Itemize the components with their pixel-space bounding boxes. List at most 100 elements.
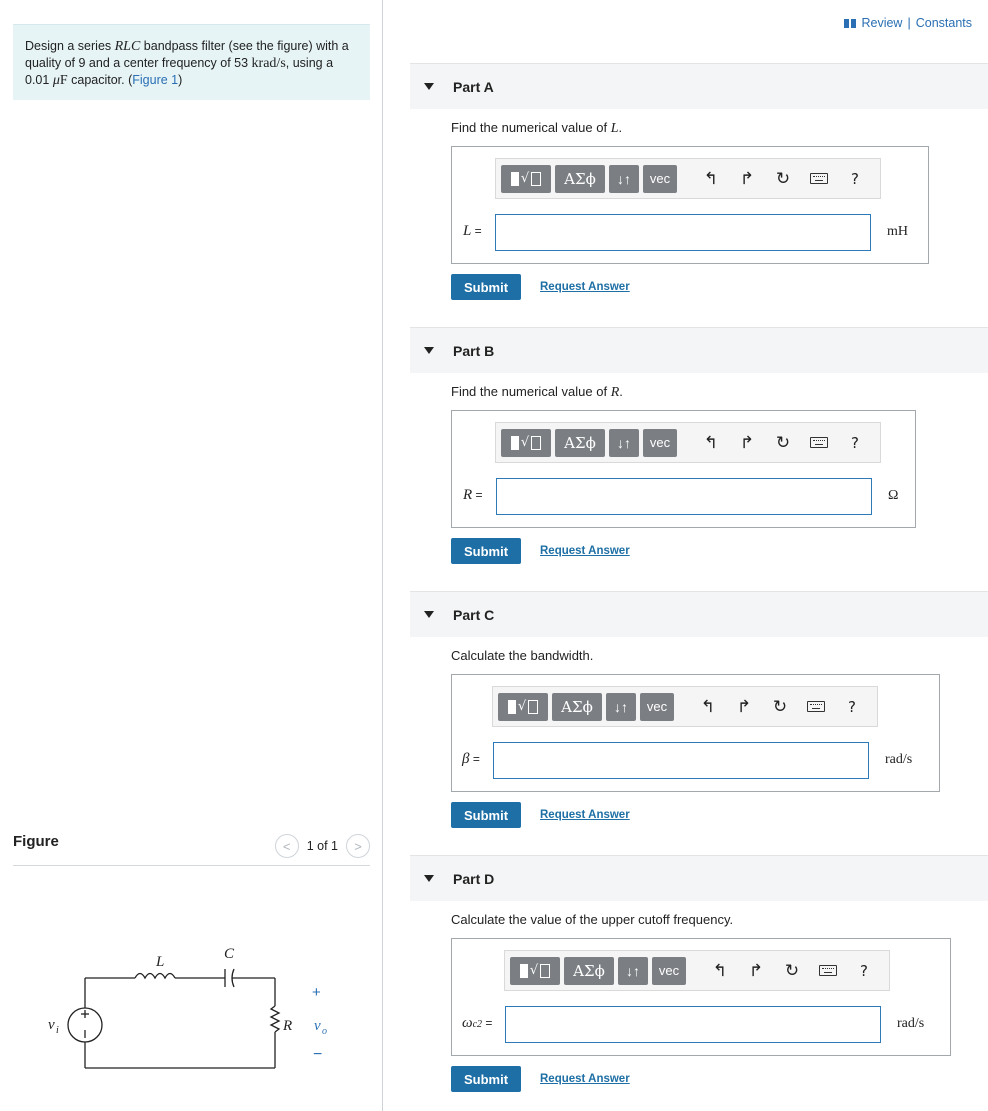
arrows-button[interactable]: ↓↑ bbox=[618, 956, 648, 985]
constants-link[interactable]: Constants bbox=[916, 16, 972, 30]
problem-mu: μ bbox=[52, 73, 60, 88]
answer-input-bandwidth[interactable] bbox=[493, 742, 869, 779]
math-toolbar: √ ΑΣϕ ↓↑ vec ↰ ↱ ↻ ? bbox=[504, 950, 890, 991]
vector-button[interactable]: vec bbox=[652, 956, 686, 985]
redo-icon[interactable]: ↱ bbox=[729, 165, 765, 193]
templates-button[interactable]: √ bbox=[498, 692, 548, 721]
help-icon[interactable]: ? bbox=[834, 693, 870, 721]
left-panel: Design a series RLC bandpass filter (see… bbox=[0, 0, 383, 1111]
vo-label: v bbox=[314, 1018, 321, 1034]
part-c-header[interactable]: Part C bbox=[410, 591, 988, 637]
figure-link[interactable]: Figure 1 bbox=[132, 73, 178, 87]
unit-label: Ω bbox=[888, 488, 899, 503]
part-d-prompt: Calculate the value of the upper cutoff … bbox=[451, 912, 734, 927]
redo-icon[interactable]: ↱ bbox=[726, 693, 762, 721]
help-icon[interactable]: ? bbox=[837, 429, 873, 457]
reset-icon[interactable]: ↻ bbox=[762, 693, 798, 721]
collapse-caret-icon[interactable] bbox=[424, 875, 434, 882]
problem-text: capacitor. ( bbox=[67, 73, 133, 87]
arrows-button[interactable]: ↓↑ bbox=[609, 428, 639, 457]
collapse-caret-icon[interactable] bbox=[424, 347, 434, 354]
math-toolbar: √ ΑΣϕ ↓↑ vec ↰ ↱ ↻ ? bbox=[495, 158, 881, 199]
undo-icon[interactable]: ↰ bbox=[693, 165, 729, 193]
figure-title: Figure bbox=[13, 833, 59, 850]
vo-plus: + bbox=[312, 984, 321, 1001]
math-toolbar: √ ΑΣϕ ↓↑ vec ↰ ↱ ↻ ? bbox=[492, 686, 878, 727]
greek-symbols-button[interactable]: ΑΣϕ bbox=[555, 164, 605, 193]
problem-text: Design a series bbox=[25, 39, 115, 53]
redo-icon[interactable]: ↱ bbox=[738, 957, 774, 985]
variable-label: β = bbox=[462, 751, 480, 767]
help-icon[interactable]: ? bbox=[846, 957, 882, 985]
problem-freq-unit: krad/s bbox=[251, 56, 286, 71]
submit-button[interactable]: Submit bbox=[451, 274, 521, 300]
prev-figure-button[interactable]: < bbox=[274, 834, 299, 858]
request-answer-link[interactable]: Request Answer bbox=[540, 809, 630, 821]
collapse-caret-icon[interactable] bbox=[424, 83, 434, 90]
help-icon[interactable]: ? bbox=[837, 165, 873, 193]
submit-button[interactable]: Submit bbox=[451, 802, 521, 828]
reset-icon[interactable]: ↻ bbox=[765, 429, 801, 457]
part-b-prompt: Find the numerical value of R. bbox=[451, 384, 623, 400]
vector-button[interactable]: vec bbox=[640, 692, 674, 721]
keyboard-icon[interactable] bbox=[801, 165, 837, 193]
part-b-answer-box: √ ΑΣϕ ↓↑ vec ↰ ↱ ↻ ? R = Ω bbox=[451, 410, 916, 528]
part-a-prompt: Find the numerical value of L. bbox=[451, 120, 623, 136]
greek-symbols-button[interactable]: ΑΣϕ bbox=[552, 692, 602, 721]
vector-button[interactable]: vec bbox=[643, 164, 677, 193]
submit-button[interactable]: Submit bbox=[451, 1066, 521, 1092]
answer-input-upper-cutoff[interactable] bbox=[505, 1006, 881, 1043]
greek-symbols-button[interactable]: ΑΣϕ bbox=[555, 428, 605, 457]
undo-icon[interactable]: ↰ bbox=[693, 429, 729, 457]
greek-symbols-button[interactable]: ΑΣϕ bbox=[564, 956, 614, 985]
variable-label: R = bbox=[463, 487, 483, 503]
reset-icon[interactable]: ↻ bbox=[765, 165, 801, 193]
top-links: Review | Constants bbox=[844, 16, 972, 30]
keyboard-icon[interactable] bbox=[810, 957, 846, 985]
capacitor-label: C bbox=[224, 946, 235, 962]
request-answer-link[interactable]: Request Answer bbox=[540, 281, 630, 293]
unit-label: rad/s bbox=[885, 752, 913, 767]
request-answer-link[interactable]: Request Answer bbox=[540, 1073, 630, 1085]
templates-button[interactable]: √ bbox=[501, 164, 551, 193]
collapse-caret-icon[interactable] bbox=[424, 611, 434, 618]
unit-label: mH bbox=[887, 224, 908, 239]
request-answer-link[interactable]: Request Answer bbox=[540, 545, 630, 557]
submit-button[interactable]: Submit bbox=[451, 538, 521, 564]
part-b-header[interactable]: Part B bbox=[410, 327, 988, 373]
resistor-symbol bbox=[269, 1005, 281, 1033]
figure-pager: < 1 of 1 > bbox=[274, 834, 370, 858]
part-d-header[interactable]: Part D bbox=[410, 855, 988, 901]
inductor-symbol bbox=[134, 972, 176, 980]
vo-minus: − bbox=[313, 1046, 322, 1063]
vector-button[interactable]: vec bbox=[643, 428, 677, 457]
arrows-button[interactable]: ↓↑ bbox=[606, 692, 636, 721]
vi-subscript: i bbox=[56, 1025, 59, 1036]
review-link[interactable]: Review bbox=[861, 16, 902, 30]
link-separator: | bbox=[907, 16, 911, 30]
problem-text: ) bbox=[178, 73, 183, 87]
answer-input-l[interactable] bbox=[495, 214, 871, 251]
part-title: Part B bbox=[453, 343, 495, 359]
part-title: Part C bbox=[453, 607, 495, 623]
unit-label: rad/s bbox=[897, 1016, 925, 1031]
keyboard-icon[interactable] bbox=[801, 429, 837, 457]
templates-button[interactable]: √ bbox=[510, 956, 560, 985]
undo-icon[interactable]: ↰ bbox=[690, 693, 726, 721]
templates-button[interactable]: √ bbox=[501, 428, 551, 457]
problem-farad: F bbox=[59, 73, 68, 88]
arrows-button[interactable]: ↓↑ bbox=[609, 164, 639, 193]
next-figure-button[interactable]: > bbox=[346, 834, 370, 858]
part-a-header[interactable]: Part A bbox=[410, 63, 988, 109]
undo-icon[interactable]: ↰ bbox=[702, 957, 738, 985]
answer-input-r[interactable] bbox=[496, 478, 872, 515]
circuit-diagram: L C R v i + v o − bbox=[48, 946, 327, 1069]
inductor-label: L bbox=[155, 954, 164, 970]
redo-icon[interactable]: ↱ bbox=[729, 429, 765, 457]
part-d-answer-box: √ ΑΣϕ ↓↑ vec ↰ ↱ ↻ ? ωc2 = rad/s bbox=[451, 938, 951, 1056]
variable-label: ωc2 = bbox=[462, 1015, 493, 1031]
reset-icon[interactable]: ↻ bbox=[774, 957, 810, 985]
part-c-answer-box: √ ΑΣϕ ↓↑ vec ↰ ↱ ↻ ? β = rad/s bbox=[451, 674, 940, 792]
vi-label: v bbox=[48, 1017, 55, 1033]
keyboard-icon[interactable] bbox=[798, 693, 834, 721]
